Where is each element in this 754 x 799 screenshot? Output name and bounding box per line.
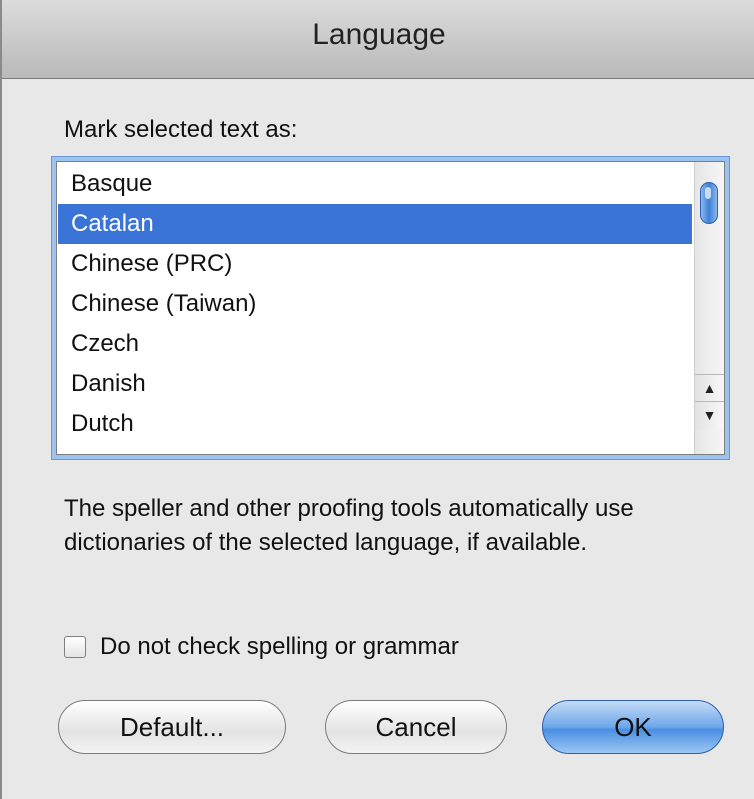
list-item[interactable]: Czech <box>58 324 692 364</box>
no-spellcheck-option[interactable]: Do not check spelling or grammar <box>64 630 459 664</box>
list-item[interactable]: Chinese (PRC) <box>58 244 692 284</box>
default-button[interactable]: Default... <box>58 700 286 754</box>
scroll-thumb[interactable] <box>700 182 718 224</box>
language-list[interactable]: Basque Catalan Chinese (PRC) Chinese (Ta… <box>56 161 725 455</box>
title-bar[interactable]: Language <box>2 0 754 79</box>
language-dialog: Language Mark selected text as: Basque C… <box>0 0 754 799</box>
vertical-scrollbar[interactable]: ▲ ▼ <box>694 162 724 454</box>
list-item[interactable]: Danish <box>58 364 692 404</box>
no-spellcheck-checkbox[interactable] <box>64 636 86 658</box>
description-text: The speller and other proofing tools aut… <box>64 495 634 556</box>
list-prompt-label: Mark selected text as: <box>64 116 298 143</box>
list-item[interactable]: Basque <box>58 164 692 204</box>
window-title: Language <box>312 18 446 51</box>
list-item[interactable]: Chinese (Taiwan) <box>58 284 692 324</box>
cancel-button[interactable]: Cancel <box>325 700 507 754</box>
scroll-up-arrow-icon[interactable]: ▲ <box>695 374 724 402</box>
scroll-down-arrow-icon[interactable]: ▼ <box>695 401 724 429</box>
list-item-selected[interactable]: Catalan <box>58 204 692 244</box>
list-item[interactable]: Dutch <box>58 404 692 444</box>
no-spellcheck-label[interactable]: Do not check spelling or grammar <box>100 633 459 661</box>
ok-button[interactable]: OK <box>542 700 724 754</box>
